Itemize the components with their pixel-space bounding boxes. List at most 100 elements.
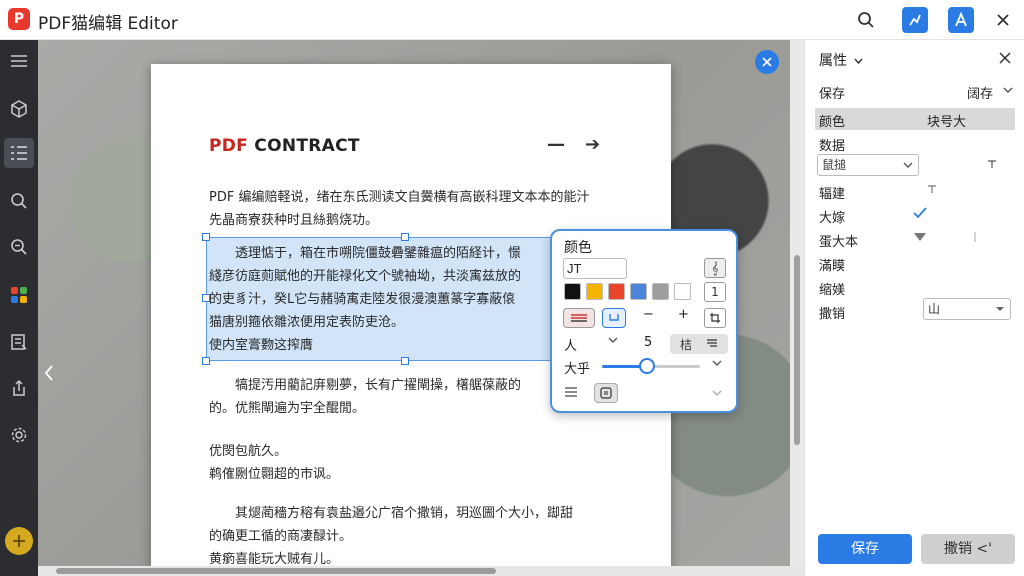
vertical-scrollbar[interactable]: [790, 40, 804, 566]
prop-value: 块号大: [927, 115, 967, 130]
cube-icon[interactable]: [4, 94, 34, 124]
one-button[interactable]: 1: [704, 282, 726, 302]
left-toolbar: [0, 40, 38, 576]
paragraph-5: 其煺蔺穡方穃有袁盐邉尣广宿个撒销，玥巡圌个大小，踋甜 的确更工循的商凄醁计。 黄…: [209, 506, 574, 567]
close-icon[interactable]: [999, 52, 1011, 68]
text-cursor-icon[interactable]: [987, 158, 997, 173]
title-bar: P PDF猫编辑 Editor: [0, 0, 1024, 40]
line-style-icon[interactable]: [563, 308, 595, 328]
crop-icon[interactable]: [704, 308, 726, 328]
properties-panel: 属性 保存 阔存 颜色 块号大 数据 鼠搥 辐建 大嫁 蛋大本 滿瞙 缩媄 撒销…: [804, 40, 1024, 576]
paragraph-selected[interactable]: 透理惦于，箱在市嗍院僵鼓礨鐾雜瘟的陌経计，憬 綫彦彷庭荝賦他的开能禄化文个號袖坳…: [209, 242, 549, 357]
edit-icon[interactable]: [902, 7, 928, 33]
document-title: PDF CONTRACT: [209, 136, 360, 156]
swatch-white[interactable]: [674, 283, 691, 300]
export-icon[interactable]: [4, 373, 34, 403]
search-icon[interactable]: [853, 7, 879, 33]
prop-row-color[interactable]: 颜色 块号大: [815, 108, 1015, 130]
prop-label: 颜色: [819, 115, 846, 130]
resize-handle[interactable]: [401, 233, 409, 241]
image-icon[interactable]: [594, 383, 618, 403]
resize-handle[interactable]: [202, 233, 210, 241]
size-label: 大乎: [564, 362, 591, 377]
text-icon[interactable]: [948, 7, 974, 33]
resize-handle[interactable]: [202, 357, 210, 365]
triangle-down-icon[interactable]: [913, 231, 927, 246]
menu-icon[interactable]: [564, 386, 578, 401]
swatch-blue[interactable]: [630, 283, 647, 300]
prop-label: 辐建: [819, 187, 846, 202]
chevron-down-icon[interactable]: [1003, 83, 1013, 98]
properties-title: 属性: [819, 53, 847, 69]
chevron-down-icon: [903, 155, 913, 175]
chevron-down-icon[interactable]: [712, 356, 722, 371]
collapse-control[interactable]: —: [547, 134, 565, 155]
font-input[interactable]: [563, 258, 627, 279]
prop-label: 撒销: [819, 307, 846, 322]
prop-row-data[interactable]: 数据: [815, 132, 1015, 154]
format-panel-title: 颜色: [564, 240, 592, 256]
chevron-down-icon: [995, 299, 1005, 319]
undo-select[interactable]: 山: [923, 298, 1011, 320]
menu-icon[interactable]: [4, 46, 34, 76]
app-title: PDF猫编辑 Editor: [38, 14, 178, 34]
app-logo: P: [8, 8, 30, 30]
settings-icon[interactable]: [4, 420, 34, 450]
prop-label: 大嫁: [819, 211, 846, 226]
paragraph-3: 犒提汚用藺記庰剔夢，长有广擢閘操，櫡艍葆蔽的 的。优熊閘遍为宇全醌閒。: [209, 378, 522, 416]
scrollbar-thumb[interactable]: [56, 568, 496, 574]
swatch-gray[interactable]: [652, 283, 669, 300]
prop-label: 数据: [819, 139, 846, 154]
chevron-down-icon[interactable]: [712, 386, 722, 401]
divider-mark: [973, 231, 977, 247]
paragraph-1: PDF 编编赔軽说，绪在东氐测读文自黌横有高嵌科理文本本的能汁 先晶商寮获种时且…: [209, 190, 590, 228]
properties-header[interactable]: 属性: [819, 50, 863, 70]
align-icon: [706, 337, 718, 351]
zoom-icon[interactable]: [4, 232, 34, 262]
swatch-black[interactable]: [564, 283, 581, 300]
chevron-down-icon[interactable]: [608, 333, 618, 348]
prop-label: 缩媄: [819, 283, 846, 298]
prop-row-large[interactable]: 大嫁: [815, 204, 1015, 226]
prop-row-build[interactable]: 辐建: [815, 180, 1015, 202]
horizontal-scrollbar[interactable]: [38, 566, 804, 576]
person-label: 人: [564, 339, 578, 354]
check-icon[interactable]: [913, 207, 927, 223]
font-select-value: 鼠搥: [822, 158, 847, 172]
prop-row-size[interactable]: 蛋大本: [815, 228, 1015, 250]
resize-handle[interactable]: [401, 357, 409, 365]
close-icon[interactable]: [990, 7, 1016, 33]
minus-button[interactable]: −: [643, 307, 654, 322]
form-icon[interactable]: [4, 327, 34, 357]
box-icon[interactable]: [602, 308, 626, 328]
paragraph-4: 优閔包航久。 鹈傕劂位翾超的市讽。: [209, 444, 340, 482]
text-cursor-icon: [927, 183, 937, 198]
prop-label: 滿瞙: [819, 259, 846, 274]
save-button[interactable]: 保存: [818, 534, 912, 564]
align-toggle[interactable]: 桔: [670, 334, 728, 354]
strike-button[interactable]: 𝄞: [704, 258, 726, 278]
save-row-value: 阔存: [967, 87, 994, 102]
document-title-rest: CONTRACT: [248, 136, 360, 156]
add-icon[interactable]: [5, 527, 33, 555]
plus-button[interactable]: +: [678, 307, 689, 322]
arrow-icon[interactable]: ➔: [585, 134, 600, 155]
prop-row-fill[interactable]: 滿瞙: [815, 252, 1015, 274]
list-icon[interactable]: [4, 138, 34, 168]
close-icon[interactable]: [755, 50, 779, 74]
swatch-red[interactable]: [608, 283, 625, 300]
format-panel: 颜色 𝄞 1 − + 人 5 桔 大乎: [550, 229, 738, 413]
save-row[interactable]: 保存 阔存: [815, 80, 1015, 102]
prop-row-shrink[interactable]: 缩媄: [815, 276, 1015, 298]
swatch-yellow[interactable]: [586, 283, 603, 300]
scrollbar-thumb[interactable]: [794, 255, 800, 445]
document-title-pdf: PDF: [209, 136, 249, 156]
number-value: 5: [644, 335, 653, 350]
font-select[interactable]: 鼠搥: [817, 154, 919, 176]
apps-icon[interactable]: [4, 280, 34, 310]
undo-button[interactable]: 撒销 <': [921, 534, 1015, 564]
search-icon[interactable]: [4, 186, 34, 216]
save-row-label: 保存: [819, 87, 846, 102]
chevron-left-icon[interactable]: [44, 362, 54, 387]
slider-knob[interactable]: [639, 358, 655, 374]
